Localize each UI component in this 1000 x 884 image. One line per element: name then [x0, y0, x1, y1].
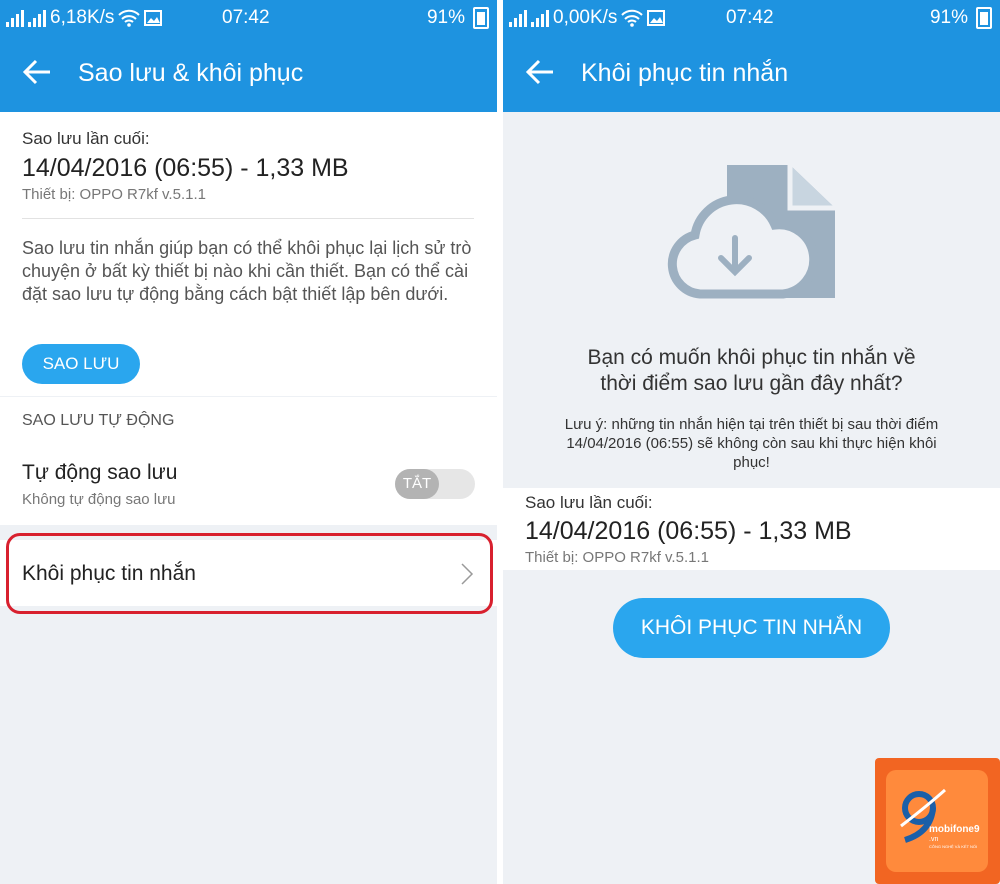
network-speed: 0,00K/s [553, 7, 618, 28]
left-screen: 6,18K/s 07:42 91% Sao lưu & khôi phục Sa… [0, 0, 497, 884]
page-title: Sao lưu & khôi phục [78, 59, 304, 87]
battery-percent: 91% [929, 7, 968, 28]
last-backup-value: 14/04/2016 (06:55) - 1,33 MB [525, 517, 852, 545]
battery-icon [473, 7, 489, 29]
signal-icon [509, 9, 527, 27]
app-bar: Sao lưu & khôi phục [0, 35, 497, 112]
logo-domain: .vn [929, 836, 939, 843]
auto-backup-toggle[interactable]: TẮT [395, 469, 475, 499]
backup-description: Sao lưu tin nhắn giúp bạn có thể khôi ph… [22, 238, 472, 304]
image-icon [144, 10, 163, 26]
last-backup-label: Sao lưu lần cuối: [525, 493, 653, 512]
status-bar: 6,18K/s 07:42 91% [0, 0, 497, 35]
page-title: Khôi phục tin nhắn [581, 59, 789, 87]
divider [22, 218, 474, 219]
back-arrow-icon[interactable] [22, 57, 52, 87]
last-backup-value: 14/04/2016 (06:55) - 1,33 MB [22, 154, 349, 182]
brand-logo: mobifone9 .vn CÔNG NGHỆ VÀ KẾT NỐI [875, 758, 1000, 884]
wifi-icon [118, 9, 141, 27]
app-bar: Khôi phục tin nhắn [503, 35, 1000, 112]
signal-icon [531, 9, 549, 27]
last-backup-label: Sao lưu lần cuối: [22, 129, 150, 148]
logo-brand: mobifone9 [929, 824, 980, 835]
backup-button[interactable]: SAO LƯU [22, 344, 140, 384]
cloud-download-icon [667, 165, 835, 299]
battery-icon [976, 7, 992, 29]
backup-info-card: Sao lưu lần cuối: 14/04/2016 (06:55) - 1… [0, 112, 497, 396]
device-info: Thiết bị: OPPO R7kf v.5.1.1 [22, 186, 206, 203]
backup-info-card: Sao lưu lần cuối: 14/04/2016 (06:55) - 1… [503, 488, 1000, 570]
auto-backup-subtitle: Không tự động sao lưu [22, 491, 176, 508]
logo-tagline: CÔNG NGHỆ VÀ KẾT NỐI [929, 844, 978, 849]
logo-mark-icon [900, 788, 946, 843]
device-info: Thiết bị: OPPO R7kf v.5.1.1 [525, 549, 709, 566]
toggle-knob: TẮT [395, 469, 439, 499]
right-screen: 0,00K/s 07:42 91% Khôi phục tin nhắn Bạn… [503, 0, 1000, 884]
network-speed: 6,18K/s [50, 7, 115, 28]
clock: 07:42 [726, 7, 774, 28]
signal-icon [6, 9, 24, 27]
restore-question: Bạn có muốn khôi phục tin nhắn về thời đ… [587, 346, 916, 395]
auto-backup-section-header: SAO LƯU TỰ ĐỘNG [22, 412, 175, 429]
auto-backup-card: SAO LƯU TỰ ĐỘNG Tự động sao lưu Không tự… [0, 397, 497, 525]
battery-percent: 91% [426, 7, 465, 28]
back-arrow-icon[interactable] [525, 57, 555, 87]
signal-icon [28, 9, 46, 27]
restore-messages-button[interactable]: KHÔI PHỤC TIN NHẮN [613, 598, 890, 658]
highlight-box [6, 533, 493, 614]
status-bar: 0,00K/s 07:42 91% [503, 0, 1000, 35]
clock: 07:42 [222, 7, 270, 28]
image-icon [647, 10, 666, 26]
restore-note: Lưu ý: những tin nhắn hiện tại trên thiế… [564, 416, 939, 471]
wifi-icon [621, 9, 644, 27]
auto-backup-title: Tự động sao lưu [22, 461, 178, 484]
